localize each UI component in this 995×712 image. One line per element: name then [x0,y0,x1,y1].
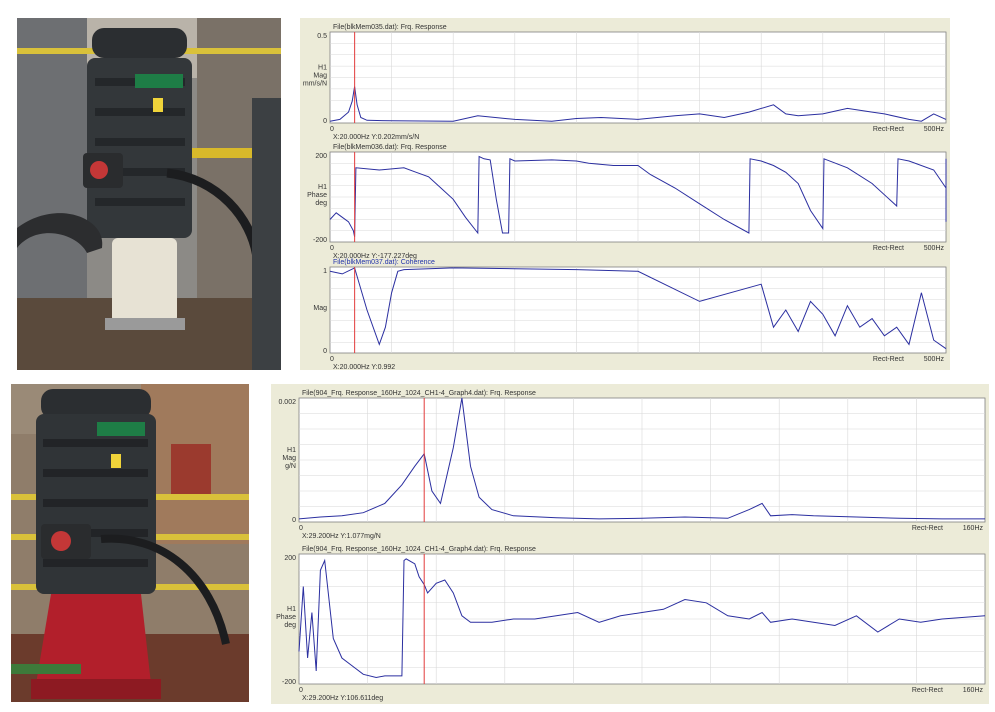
x-tick-label-left: 0 [330,356,334,363]
y-axis-label: Mag [313,73,327,80]
window-label: Rect-Rect [912,687,943,694]
x-tick-label-left: 0 [299,687,303,694]
y-tick-label-top: 0.002 [278,399,296,406]
analyzer-panel-top: File(blkMem035.dat): Frq. Response 0.5 0 H1… [300,18,950,371]
chart-frf-magnitude-bottom: File(904_Frq. Response_160Hz_1024_CH1-4_… [278,390,986,540]
y-tick-label-top: 1 [323,268,327,275]
y-axis-label: Phase [276,614,296,621]
y-axis-label: Mag [313,305,327,312]
plot-title: File(blkMem037.dat): Coherence [333,259,435,266]
y-axis-label: H1 [287,447,296,454]
y-tick-label-top: 200 [315,153,327,160]
y-axis-label: Mag [282,455,296,462]
x-tick-label-left: 0 [330,126,334,133]
window-label: Rect-Rect [873,126,904,133]
y-tick-label-bottom: 0 [323,118,327,125]
plot-group-bottom: File(904_Frq. Response_160Hz_1024_CH1-4_… [276,390,986,702]
motor-photo-top-drawing [17,18,281,370]
cursor-readout: X:20.000Hz Y:0.992 [333,364,395,370]
x-tick-label-right: 500Hz [924,245,945,252]
motor-photo-top [17,18,281,370]
motor-photo-bottom [11,384,249,702]
cursor-readout: X:29.200Hz Y:106.611deg [302,695,383,702]
x-tick-label-right: 160Hz [963,687,984,694]
y-tick-label-bottom: 0 [323,348,327,355]
y-axis-label: deg [315,200,327,207]
y-tick-label-bottom: -200 [282,679,296,686]
y-tick-label-top: 200 [284,555,296,562]
window-label: Rect-Rect [912,525,943,532]
window-label: Rect-Rect [873,356,904,363]
chart-frf-phase-bottom: File(904_Frq. Response_160Hz_1024_CH1-4_… [276,546,986,702]
cursor-readout: X:20.000Hz Y:0.202mm/s/N [333,134,419,141]
cursor-readout: X:29.200Hz Y:1.077mg/N [302,533,381,540]
x-tick-label-left: 0 [330,245,334,252]
y-tick-label-bottom: 0 [292,517,296,524]
x-tick-label-right: 500Hz [924,126,945,133]
y-axis-label: H1 [318,65,327,72]
y-axis-label: Phase [307,192,327,199]
y-tick-label-bottom: -200 [313,237,327,244]
chart-frf-phase-top: File(blkMem036.dat): Frq. Response 200 -20… [307,144,947,260]
y-axis-label: deg [284,622,296,629]
x-tick-label-left: 0 [299,525,303,532]
y-tick-label-top: 0.5 [317,33,327,40]
x-tick-label-right: 160Hz [963,525,984,532]
x-tick-label-right: 500Hz [924,356,945,363]
plot-title: File(blkMem035.dat): Frq. Response [333,24,447,31]
plot-title: File(blkMem036.dat): Frq. Response [333,144,447,151]
y-axis-label: mm/s/N [303,81,327,88]
y-axis-label: H1 [287,606,296,613]
chart-coherence-top: File(blkMem037.dat): Coherence 1 0 Mag 0 500H… [313,259,947,371]
plot-group-top: File(blkMem035.dat): Frq. Response 0.5 0 H1… [303,24,947,371]
analyzer-panel-bottom: File(904_Frq. Response_160Hz_1024_CH1-4_… [271,384,989,704]
y-axis-label: g/N [285,463,296,470]
y-axis-label: H1 [318,184,327,191]
chart-frf-magnitude-top: File(blkMem035.dat): Frq. Response 0.5 0 H1… [303,24,947,141]
plot-title: File(904_Frq. Response_160Hz_1024_CH1-4_… [302,390,536,397]
motor-photo-bottom-drawing [11,384,249,702]
window-label: Rect-Rect [873,245,904,252]
plot-title: File(904_Frq. Response_160Hz_1024_CH1-4_… [302,546,536,553]
